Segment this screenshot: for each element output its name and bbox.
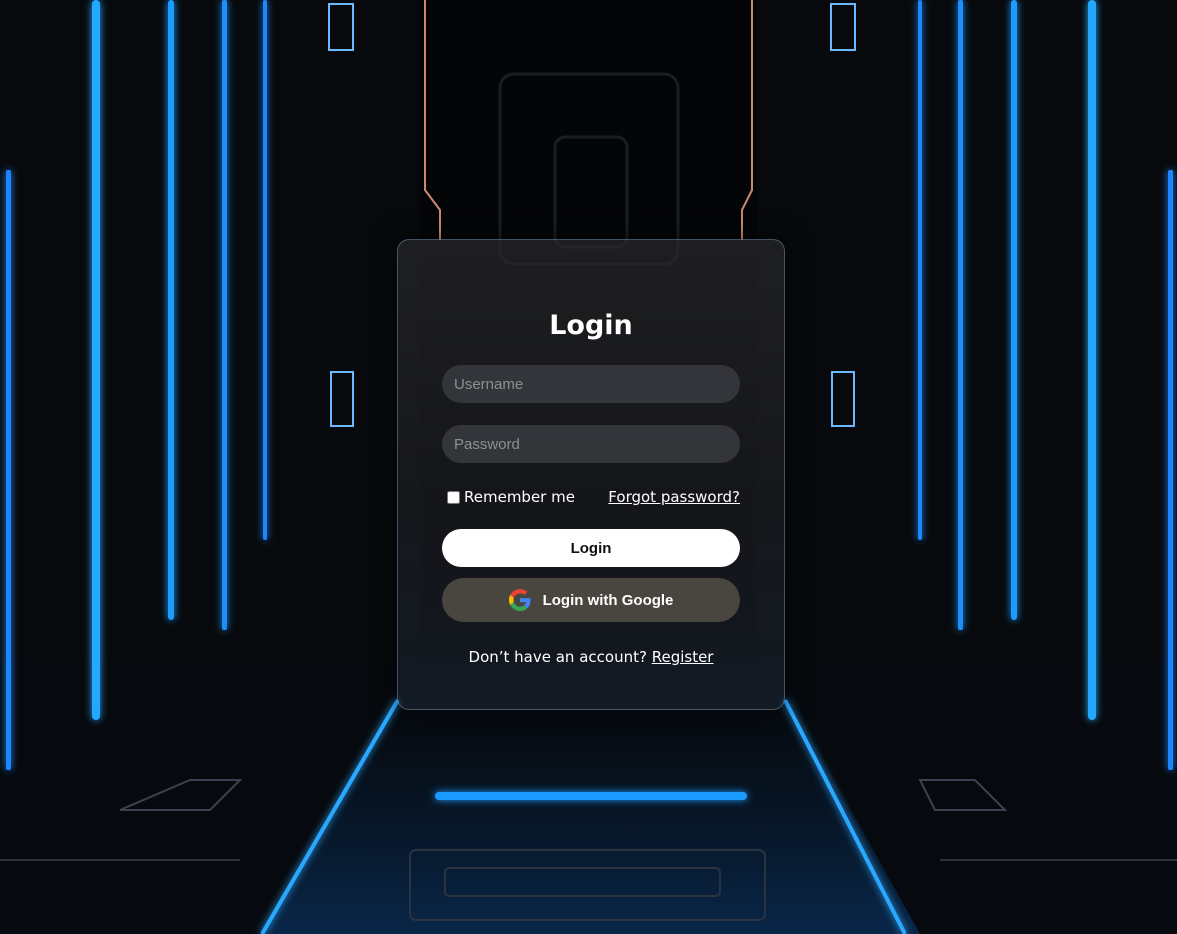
forgot-password-link[interactable]: Forgot password?	[608, 488, 740, 506]
login-page: Login Remember me Forgot password? Login…	[0, 0, 1177, 934]
remember-me-option[interactable]: Remember me	[447, 488, 575, 506]
no-account-text: Don’t have an account?	[468, 648, 647, 666]
username-input[interactable]	[442, 365, 740, 403]
google-login-button[interactable]: Login with Google	[442, 578, 740, 622]
remember-me-checkbox[interactable]	[447, 490, 460, 504]
google-g-icon	[508, 589, 531, 611]
password-input[interactable]	[442, 425, 740, 463]
remember-me-label: Remember me	[464, 488, 575, 506]
register-link[interactable]: Register	[652, 648, 714, 666]
login-title: Login	[549, 310, 633, 341]
login-card: Login Remember me Forgot password? Login…	[397, 239, 785, 710]
register-prompt: Don’t have an account? Register	[398, 648, 784, 666]
google-login-label: Login with Google	[542, 591, 674, 609]
login-button[interactable]: Login	[442, 529, 740, 567]
